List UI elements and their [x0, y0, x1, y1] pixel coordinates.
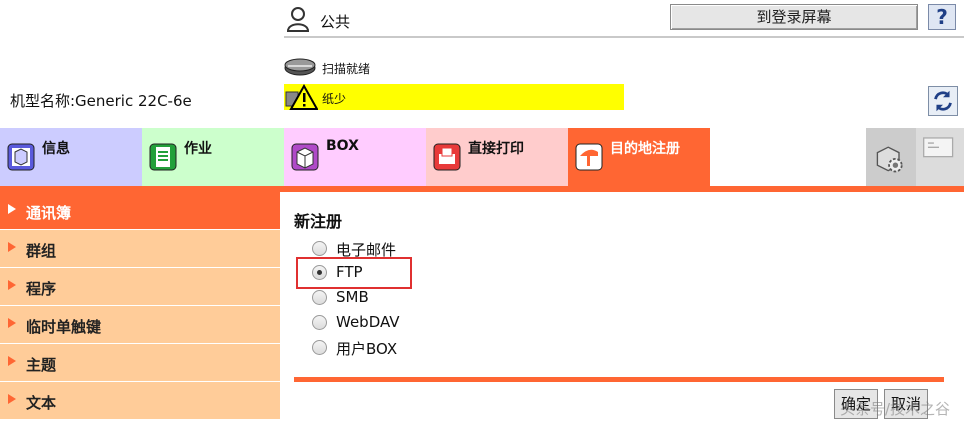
sidebar: 通讯簿 群组 程序 临时单触键 主题 文本 — [0, 192, 280, 427]
refresh-icon — [934, 90, 952, 112]
sidebar-item-temporary-one-touch[interactable]: 临时单触键 — [0, 306, 280, 344]
radio-email[interactable] — [312, 241, 327, 256]
logout-button[interactable]: 到登录屏幕 — [670, 4, 918, 30]
direct-print-icon — [433, 143, 461, 171]
main-tabs: 信息 作业 BOX 直接打印 目的地注册 — [0, 128, 964, 186]
main-divider — [294, 377, 944, 382]
tab-box[interactable]: BOX — [284, 128, 426, 186]
tab-job[interactable]: 作业 — [142, 128, 284, 186]
selection-highlight — [296, 257, 412, 289]
user-label: 公共 — [320, 13, 351, 31]
tab-destination-register[interactable]: 目的地注册 — [568, 128, 710, 186]
watermark: 头条号/技术之谷 — [840, 400, 951, 418]
model-name: 机型名称:Generic 22C-6e — [10, 92, 192, 110]
triangle-right-icon — [8, 356, 16, 366]
sidebar-item-label: 程序 — [26, 280, 57, 298]
main-panel: 新注册 电子邮件 FTP SMB WebDAV 用户BOX 确定 取消 — [294, 192, 964, 427]
scan-status: 扫描就绪 — [284, 54, 484, 80]
triangle-right-icon — [8, 280, 16, 290]
tab-info-label: 信息 — [42, 141, 70, 157]
user-icon — [286, 7, 310, 32]
tab-settings[interactable] — [866, 128, 916, 186]
sidebar-item-label: 主题 — [26, 356, 57, 374]
info-icon — [7, 143, 35, 171]
help-button[interactable]: ? — [928, 4, 956, 30]
radio-smb[interactable] — [312, 290, 327, 305]
job-icon — [149, 143, 177, 171]
option-label: SMB — [336, 288, 369, 306]
radio-user-box[interactable] — [312, 340, 327, 355]
paper-status-text: 纸少 — [322, 92, 347, 106]
tab-panel[interactable] — [916, 128, 964, 186]
radio-webdav[interactable] — [312, 315, 327, 330]
scan-status-text: 扫描就绪 — [322, 62, 371, 76]
warning-icon — [285, 84, 318, 110]
scanner-icon — [284, 58, 316, 76]
sidebar-item-label: 群组 — [26, 242, 57, 260]
triangle-right-icon — [8, 242, 16, 252]
sidebar-item-label: 通讯簿 — [26, 204, 72, 222]
sidebar-item-program[interactable]: 程序 — [0, 268, 280, 306]
user-area: 公共 到登录屏幕 ? — [284, 4, 964, 38]
tab-box-label: BOX — [326, 138, 359, 154]
tab-direct-print-label: 直接打印 — [468, 141, 524, 157]
triangle-right-icon — [8, 318, 16, 328]
sidebar-item-subject[interactable]: 主题 — [0, 344, 280, 382]
panel-icon — [923, 137, 954, 158]
triangle-right-icon — [8, 204, 16, 214]
option-label: 用户BOX — [336, 340, 398, 358]
box-icon — [291, 143, 319, 171]
page-title: 新注册 — [294, 212, 343, 231]
refresh-button[interactable] — [928, 86, 958, 116]
tab-destination-register-label: 目的地注册 — [610, 141, 680, 157]
sidebar-item-text[interactable]: 文本 — [0, 382, 280, 420]
gear-icon — [876, 146, 903, 173]
sidebar-item-address-book[interactable]: 通讯簿 — [0, 192, 280, 230]
sidebar-item-label: 临时单触键 — [26, 318, 102, 336]
paper-status: 纸少 — [284, 84, 624, 110]
triangle-right-icon — [8, 394, 16, 404]
tab-info[interactable]: 信息 — [0, 128, 142, 186]
destination-register-icon — [575, 143, 603, 171]
tab-direct-print[interactable]: 直接打印 — [426, 128, 568, 186]
sidebar-item-group[interactable]: 群组 — [0, 230, 280, 268]
tab-job-label: 作业 — [184, 141, 212, 157]
option-label: WebDAV — [336, 313, 400, 331]
sidebar-item-label: 文本 — [26, 394, 57, 412]
